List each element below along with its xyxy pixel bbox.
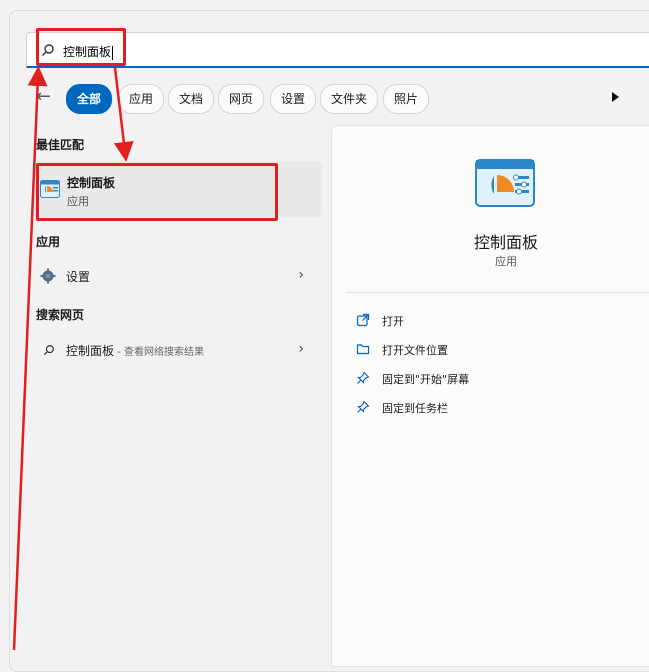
annotation-arrows [12,66,134,650]
arrow-bottom-to-search [12,66,48,650]
arrow-search-to-best-match [113,67,134,162]
